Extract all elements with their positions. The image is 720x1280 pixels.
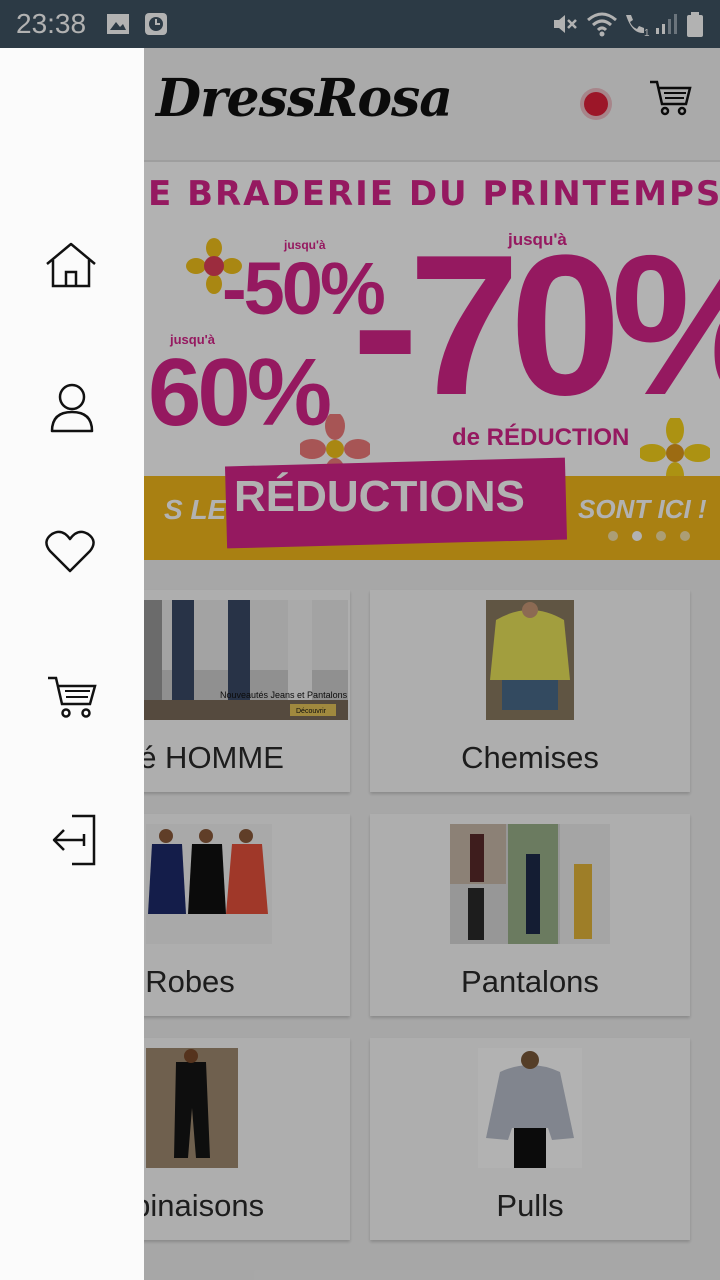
home-icon[interactable] [44,242,98,288]
navigation-drawer [0,48,144,1280]
cart-icon[interactable] [46,674,98,720]
logout-icon[interactable] [48,814,98,866]
user-icon[interactable] [48,382,96,434]
heart-icon[interactable] [44,530,96,574]
